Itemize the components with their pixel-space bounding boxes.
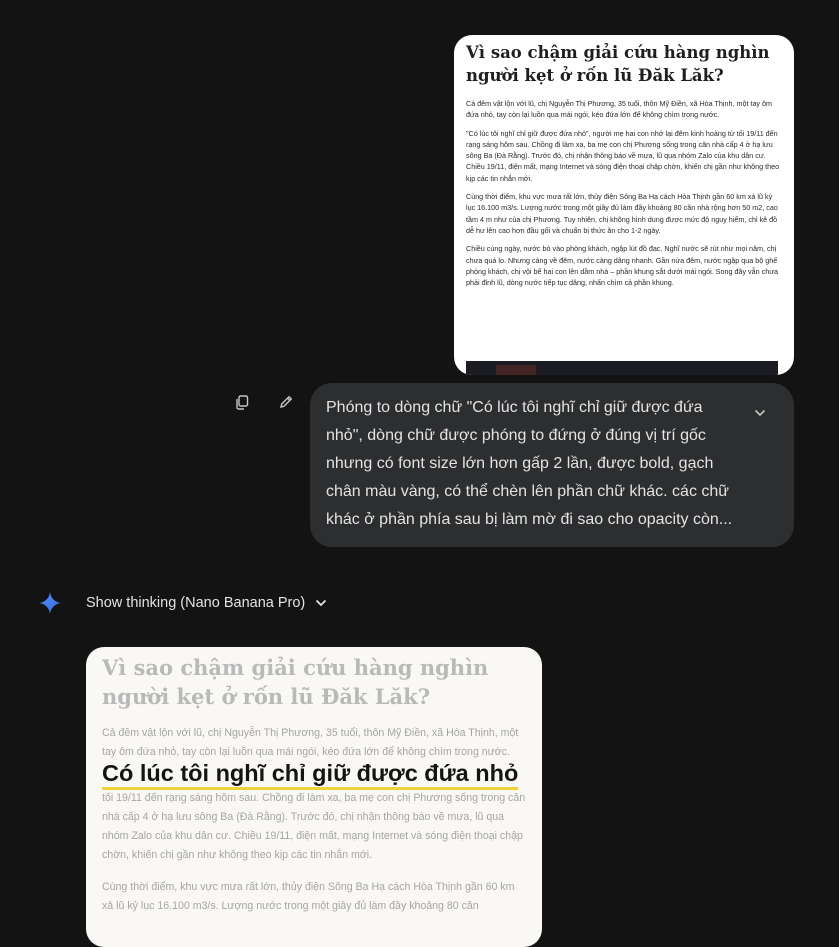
generated-image[interactable]: Vì sao chậm giải cứu hàng nghìn người kẹ… [86,647,542,947]
article-paragraph: Chiều cùng ngày, nước bò vào phòng khách… [466,244,779,288]
article-paragraph: Cùng thời điểm, khu vực mưa rất lớn, thủ… [466,192,778,235]
generated-paragraph: tối 19/11 đến rạng sáng hôm sau. Chồng đ… [102,791,526,862]
pencil-icon[interactable] [276,392,296,412]
user-prompt-bubble: Phóng to dòng chữ "Có lúc tôi nghĩ chỉ g… [310,383,794,547]
article-photo-strip [466,361,778,375]
article-paragraph: "Có lúc tôi nghĩ chỉ giữ được đứa nhỏ", … [466,128,780,183]
prompt-text: Phóng to dòng chữ "Có lúc tôi nghĩ chỉ g… [326,399,733,528]
show-thinking-toggle[interactable]: Show thinking (Nano Banana Pro) [86,592,327,614]
chevron-down-icon[interactable] [750,403,770,423]
generated-paragraph: Cùng thời điểm, khu vực mưa rất lớn, thủ… [102,880,515,913]
copy-icon[interactable] [232,392,252,412]
article-title: Vì sao chậm giải cứu hàng nghìn người kẹ… [466,43,770,85]
show-thinking-label: Show thinking (Nano Banana Pro) [86,595,306,611]
generated-article-title: Vì sao chậm giải cứu hàng nghìn người kẹ… [102,655,489,709]
generated-paragraph: Cả đêm vật lộn với lũ, chị Nguyễn Thị Ph… [102,727,519,759]
gemini-spark-icon [38,591,62,615]
article-paragraph: Cả đêm vật lộn với lũ, chị Nguyễn Thị Ph… [466,99,773,120]
chevron-down-icon [316,599,327,607]
user-uploaded-image[interactable]: Vì sao chậm giải cứu hàng nghìn người kẹ… [454,35,794,375]
highlighted-quote: Có lúc tôi nghĩ chỉ giữ được đứa nhỏ [102,759,519,790]
